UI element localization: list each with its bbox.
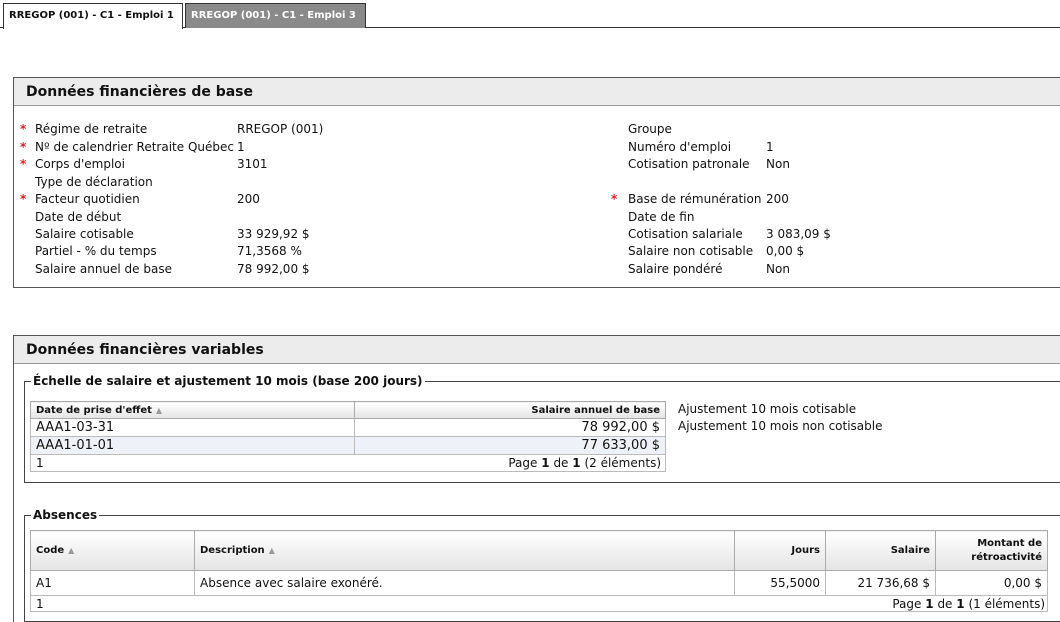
col-description[interactable]: Description ▲ [194, 530, 735, 571]
tab-emploi-3[interactable]: RREGOP (001) - C1 - Emploi 3 [185, 3, 366, 28]
pager-summary: Page 1 de 1 (1 éléments) [892, 597, 1045, 611]
field-value: 1 [237, 140, 245, 154]
pager-current: 1 [925, 596, 934, 611]
field-value: 33 929,92 $ [237, 227, 310, 241]
sort-arrow-icon: ▲ [268, 546, 275, 555]
pager-count: (2 éléments) [584, 456, 661, 470]
field-label: Cotisation salariale [628, 227, 743, 241]
field-label: Salaire pondéré [628, 262, 723, 276]
salary-scale-table: Date de prise d'effet ▲ Salaire annuel de… [30, 401, 666, 472]
required-marker: * [20, 192, 27, 206]
col-date-prise-effet[interactable]: Date de prise d'effet ▲ [30, 401, 355, 419]
field-label: Régime de retraite [35, 122, 148, 136]
field-label: Facteur quotidien [35, 192, 140, 206]
pager: 1 Page 1 de 1 (2 éléments) [30, 454, 666, 472]
required-marker: * [20, 122, 27, 136]
cell-salary: 78 992,00 $ [354, 418, 666, 437]
field-label: Nº de calendrier Retraite Québec [35, 140, 234, 154]
pager-text: Page [508, 456, 538, 470]
required-marker: * [20, 157, 27, 171]
field-label: Salaire non cotisable [628, 244, 754, 258]
col-label: Code [36, 545, 65, 556]
col-montant-retroactivite[interactable]: Montant de rétroactivité [935, 530, 1048, 571]
field-value: 3 083,09 $ [766, 227, 831, 241]
field-value: 3101 [237, 157, 268, 171]
table-footer: 1 Page 1 de 1 (1 éléments) [30, 595, 1048, 612]
field-value: 200 [237, 192, 260, 206]
cell-date: AAA1-03-31 [30, 418, 355, 437]
required-marker: * [20, 140, 27, 154]
col-label: Date de prise d'effet [36, 404, 152, 416]
required-marker: * [611, 192, 618, 206]
pager-summary: Page 1 de 1 (2 éléments) [508, 456, 661, 470]
tab-bar: RREGOP (001) - C1 - Emploi 1 RREGOP (001… [0, 0, 1060, 29]
cell-code: A1 [30, 570, 195, 596]
field-value: 0,00 $ [766, 244, 805, 258]
field-label: Cotisation patronale [628, 157, 750, 171]
field-value: 200 [766, 192, 789, 206]
col-salaire-annuel[interactable]: Salaire annuel de base [354, 401, 666, 419]
field-label: Salaire cotisable [35, 227, 134, 241]
col-code[interactable]: Code ▲ [30, 530, 195, 571]
absences-table: Code ▲ Description ▲ Jours Salaire Montant… [30, 530, 1048, 612]
field-label: Numéro d'emploi [628, 140, 732, 154]
table-row[interactable]: AAA1-03-31 78 992,00 $ [30, 418, 666, 437]
pager-total: 1 [956, 596, 965, 611]
field-label: Partiel - % du temps [35, 244, 157, 258]
adjust-cotisable: Ajustement 10 mois cotisable [678, 402, 857, 416]
pager-text: de [553, 456, 569, 470]
field-value: Non [766, 157, 790, 171]
cell-days: 55,5000 [734, 570, 826, 596]
field-label: Date de début [35, 210, 122, 224]
field-label: Salaire annuel de base [35, 262, 172, 276]
cell-salary: 77 633,00 $ [354, 436, 666, 455]
field-value: 71,3568 % [237, 244, 302, 258]
cell-date: AAA1-01-01 [30, 436, 355, 455]
pager-text: de [937, 596, 953, 611]
field-label: Type de déclaration [35, 175, 153, 189]
base-financial-section: Données financières de base [13, 77, 1060, 288]
absences-legend: Absences [31, 507, 100, 523]
pager-page-number[interactable]: 1 [36, 456, 44, 470]
field-value: RREGOP (001) [237, 122, 324, 136]
sort-arrow-icon: ▲ [68, 546, 75, 555]
pager-current: 1 [541, 456, 550, 470]
sort-arrow-icon: ▲ [155, 405, 163, 415]
cell-salary: 21 736,68 $ [825, 570, 936, 596]
pager-page-number[interactable]: 1 [36, 597, 44, 611]
cell-description: Absence avec salaire exonéré. [194, 570, 735, 596]
table-row[interactable]: A1 Absence avec salaire exonéré. 55,5000… [30, 570, 1048, 596]
field-value: 1 [766, 140, 774, 154]
field-label: Base de rémunération [628, 192, 762, 206]
col-jours[interactable]: Jours [734, 530, 826, 571]
field-label: Groupe [628, 122, 672, 136]
field-label: Corps d'emploi [35, 157, 125, 171]
table-footer: 1 Page 1 de 1 (2 éléments) [30, 454, 666, 472]
salary-scale-legend: Échelle de salaire et ajustement 10 mois… [31, 373, 425, 389]
pager: 1 Page 1 de 1 (1 éléments) [30, 595, 1048, 612]
col-label: Description [200, 545, 265, 556]
base-financial-title: Données financières de base [14, 78, 1060, 106]
pager-count: (1 éléments) [968, 596, 1045, 611]
variable-financial-title: Données financières variables [14, 336, 1060, 364]
field-value: Non [766, 262, 790, 276]
field-value: 78 992,00 $ [237, 262, 310, 276]
pager-total: 1 [572, 456, 581, 470]
col-salaire[interactable]: Salaire [825, 530, 936, 571]
pager-text: Page [892, 596, 922, 611]
cell-retro: 0,00 $ [935, 570, 1048, 596]
field-label: Date de fin [628, 210, 695, 224]
table-row[interactable]: AAA1-01-01 77 633,00 $ [30, 436, 666, 455]
tab-emploi-1[interactable]: RREGOP (001) - C1 - Emploi 1 [3, 3, 183, 29]
adjust-non-cotisable: Ajustement 10 mois non cotisable [678, 419, 883, 433]
